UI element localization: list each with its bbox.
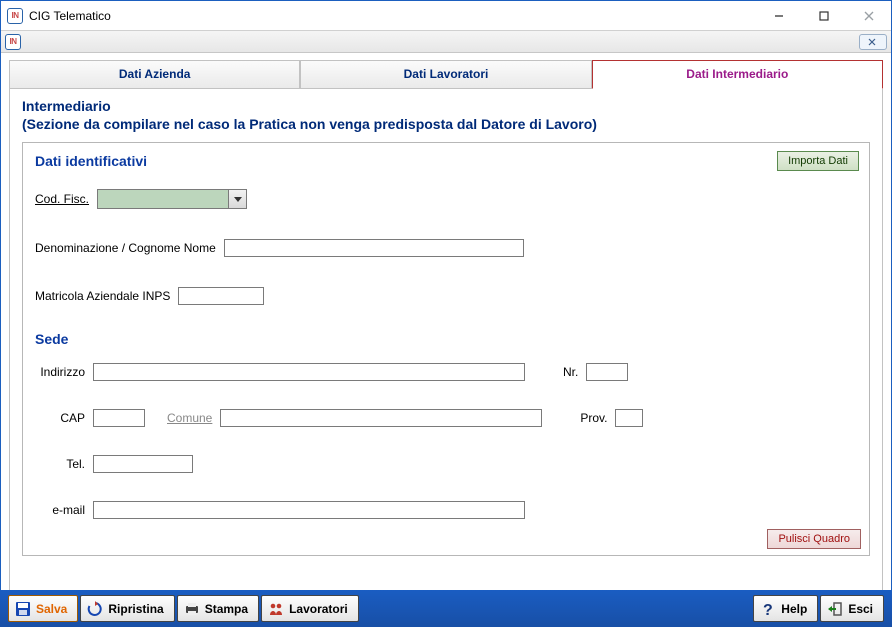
label-denominazione: Denominazione / Cognome Nome: [35, 241, 216, 255]
nr-input[interactable]: [586, 363, 628, 381]
svg-text:?: ?: [763, 602, 773, 617]
maximize-button[interactable]: [801, 1, 846, 30]
matricola-input[interactable]: [178, 287, 264, 305]
refresh-icon: [87, 601, 103, 617]
label-cod-fisc[interactable]: Cod. Fisc.: [35, 192, 89, 206]
app-icon: IN: [7, 8, 23, 24]
tab-dati-azienda[interactable]: Dati Azienda: [9, 60, 300, 89]
ripristina-label: Ripristina: [108, 602, 163, 616]
salva-button[interactable]: Salva: [8, 595, 78, 622]
label-cap: CAP: [35, 411, 85, 425]
label-nr: Nr.: [563, 365, 578, 379]
window-controls: [756, 1, 891, 30]
bottom-toolbar: Salva Ripristina Stampa Lavoratori ? Hel…: [0, 590, 892, 627]
titlebar: IN CIG Telematico: [1, 1, 891, 31]
comune-input[interactable]: [220, 409, 542, 427]
esci-button[interactable]: Esci: [820, 595, 884, 622]
page-title: Intermediario: [22, 98, 870, 114]
save-icon: [15, 601, 31, 617]
minimize-button[interactable]: [756, 1, 801, 30]
exit-icon: [827, 601, 843, 617]
ripristina-button[interactable]: Ripristina: [80, 595, 174, 622]
stampa-button[interactable]: Stampa: [177, 595, 259, 622]
denominazione-input[interactable]: [224, 239, 524, 257]
tab-panel-intermediario: Intermediario (Sezione da compilare nel …: [9, 88, 883, 591]
label-prov: Prov.: [580, 411, 607, 425]
tel-input[interactable]: [93, 455, 193, 473]
label-indirizzo: Indirizzo: [35, 365, 85, 379]
prov-input[interactable]: [615, 409, 643, 427]
lavoratori-label: Lavoratori: [289, 602, 348, 616]
app-icon-small: IN: [5, 34, 21, 50]
pulisci-quadro-button[interactable]: Pulisci Quadro: [767, 529, 861, 549]
people-icon: [268, 601, 284, 617]
chevron-down-icon[interactable]: [228, 190, 246, 208]
importa-dati-button[interactable]: Importa Dati: [777, 151, 859, 171]
salva-label: Salva: [36, 602, 67, 616]
help-label: Help: [781, 602, 807, 616]
legend-sede: Sede: [35, 331, 857, 347]
fieldset-dati-identificativi: Dati identificativi Importa Dati Cod. Fi…: [22, 142, 870, 556]
label-tel: Tel.: [35, 457, 85, 471]
lavoratori-button[interactable]: Lavoratori: [261, 595, 359, 622]
label-comune[interactable]: Comune: [167, 411, 212, 425]
page-subtitle: (Sezione da compilare nel caso la Pratic…: [22, 116, 870, 132]
help-button[interactable]: ? Help: [753, 595, 818, 622]
help-icon: ?: [760, 601, 776, 617]
cod-fisc-combo[interactable]: [97, 189, 247, 209]
mdi-close-button[interactable]: [859, 34, 887, 50]
tab-dati-lavoratori[interactable]: Dati Lavoratori: [300, 60, 591, 89]
label-matricola: Matricola Aziendale INPS: [35, 289, 170, 303]
cap-input[interactable]: [93, 409, 145, 427]
legend-dati-identificativi: Dati identificativi: [35, 153, 857, 169]
secondary-bar: IN: [1, 31, 891, 53]
window-title: CIG Telematico: [29, 9, 111, 23]
stampa-label: Stampa: [205, 602, 248, 616]
tab-dati-intermediario[interactable]: Dati Intermediario: [592, 60, 883, 89]
indirizzo-input[interactable]: [93, 363, 525, 381]
cod-fisc-input[interactable]: [98, 190, 228, 208]
printer-icon: [184, 601, 200, 617]
tab-strip: Dati Azienda Dati Lavoratori Dati Interm…: [9, 59, 883, 88]
label-email: e-mail: [35, 503, 85, 517]
close-button[interactable]: [846, 1, 891, 30]
esci-label: Esci: [848, 602, 873, 616]
email-input[interactable]: [93, 501, 525, 519]
